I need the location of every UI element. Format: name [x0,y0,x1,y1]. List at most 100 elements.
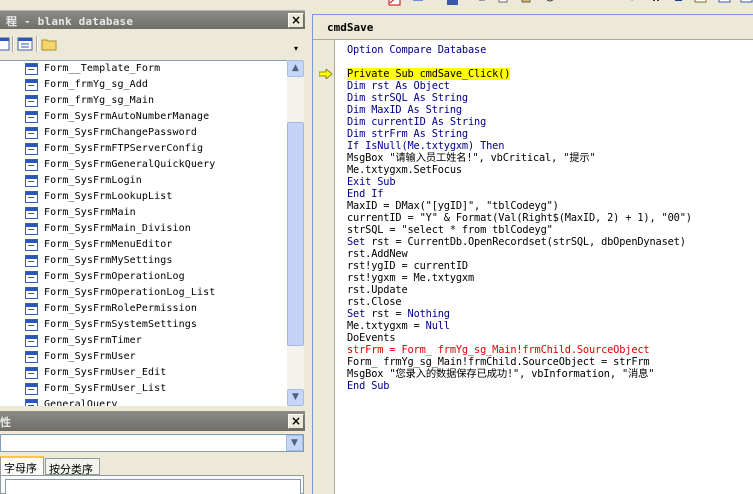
form-icon [25,367,38,379]
code-line: Me.txtygxm.SetFocus [347,164,462,176]
view-code-icon[interactable] [17,37,33,51]
tree-item-label: Form_SysFrmGeneralQuickQuery [44,159,216,170]
code-line: Dim currentID As String [347,116,486,128]
tree-item-label: Form_SysFrmUser_Edit [44,367,167,378]
tree-item-label: Form_SysFrmOperationLog_List [44,287,216,298]
form-icon [25,207,38,219]
toolbar-overflow-icon[interactable]: ▾ [294,44,298,53]
copy-icon[interactable] [497,0,510,6]
current-statement: Private Sub cmdSave_Click() [347,68,511,80]
design-icon[interactable] [388,0,401,6]
code-line: DoEvents [347,332,396,344]
code-token: Me.txtygxm.SetFocus [347,164,462,176]
code-token: Form_ frmYg_sg_Main!frmChild.SourceObjec… [347,356,650,368]
run-icon[interactable] [626,0,639,6]
scrollbar-thumb[interactable] [287,122,304,346]
object-selector[interactable]: ▼ [0,434,304,452]
chevron-down-icon[interactable]: ▼ [286,435,303,451]
margin-indicator-bar[interactable] [313,40,335,494]
toolbar-separator [12,36,14,52]
properties-grid[interactable] [5,479,301,494]
form-icon [25,319,38,331]
code-token: Set [347,236,366,248]
form-icon [25,223,38,235]
properties-close-button[interactable]: × [288,414,304,429]
find-icon[interactable] [544,0,557,6]
code-line: rst.AddNew [347,248,408,260]
tree-item-label: Form_frmYg_sg_Main [44,95,155,106]
properties-icon[interactable] [740,0,753,6]
close-icon: × [290,13,302,27]
form-icon [25,399,38,406]
save-icon[interactable] [446,0,459,6]
form-icon [25,175,38,187]
code-token: Null [425,320,450,332]
form-icon [25,111,38,123]
code-line: Private Sub cmdSave_Click() [347,68,510,80]
scroll-up-button[interactable]: ▲ [287,60,304,77]
tree-item-label: Form_SysFrmChangePassword [44,127,198,138]
redo-icon[interactable] [596,0,609,6]
tree-item-label: Form_frmYg_sg_Add [44,79,149,90]
code-token: End If [347,188,384,200]
code-line: End If [347,188,383,200]
code-line: If IsNull(Me.txtygxm) Then [347,140,504,152]
design-mode-icon[interactable] [694,0,707,6]
tree-item-label: Form_SysFrmLookupList [44,191,173,202]
tree-item-label: Form_SysFrmOperationLog [44,271,185,282]
tree-item-label: Form_SysFrmMenuEditor [44,239,173,250]
project-tree[interactable]: Form__Template_Form Form_frmYg_sg_Add Form… [0,60,287,406]
view-object-icon[interactable] [0,37,10,51]
undo-icon[interactable] [574,0,587,6]
reset-icon[interactable] [672,0,685,6]
properties-title: 性 [0,416,11,429]
toggle-folders-icon[interactable] [41,37,57,51]
properties-body [0,475,304,494]
code-line: Dim strSQL As String [347,92,468,104]
code-line: MsgBox "您录入的数据保存已成功!", vbInformation, "消… [347,368,654,380]
scroll-down-button[interactable]: ▼ [287,389,304,406]
tree-item-label: Form_SysFrmFTPServerConfig [44,143,204,154]
project-explorer-close-button[interactable]: × [288,13,304,28]
code-line: currentID = "Y" & Format(Val(Right$(MaxI… [347,212,692,224]
form-icon [25,335,38,347]
project-explorer-icon[interactable] [718,0,731,6]
code-token: rst = [365,308,408,320]
code-line: rst.Update [347,284,408,296]
code-line: Me.txtygxm = Null [347,320,450,332]
code-line: End Sub [347,380,390,392]
form-icon [25,79,38,91]
tree-item-label: Form__Template_Form [44,63,161,74]
code-token: DoEvents [347,332,396,344]
form-icon [25,95,38,107]
tree-item-label: Form_SysFrmLogin [44,175,142,186]
tab-alphabetic[interactable]: 字母序 [0,456,44,475]
form-icon [25,127,38,139]
procedure-bar[interactable]: cmdSave [313,15,753,39]
form-icon [25,383,38,395]
form-icon [25,287,38,299]
tree-item-label: Form_SysFrmAutoNumberManage [44,111,210,122]
code-line: Dim rst As Object [347,80,450,92]
form-icon [25,255,38,267]
code-token: rst!ygID = currentID [347,260,468,272]
tree-item-label: Form_SysFrmMain_Division [44,223,191,234]
properties-titlebar[interactable]: 性 [0,411,305,431]
tools-icon[interactable] [412,0,425,6]
code-line: Exit Sub [347,176,396,188]
project-explorer-titlebar[interactable]: 程 - blank database [0,10,305,29]
code-token: End Sub [347,380,390,392]
project-tree-scrollbar[interactable]: ▲ ▼ [287,60,304,406]
cut-icon[interactable] [476,0,489,6]
code-token: rst = CurrentDb.OpenRecordset(strSQL, db… [365,236,686,248]
tab-categorized[interactable]: 按分类序 [45,458,100,476]
code-line: Form_ frmYg_sg_Main!frmChild.SourceObjec… [347,356,650,368]
code-editor[interactable]: Option Compare Database Private Sub cmdSa… [313,39,753,494]
paste-icon[interactable] [520,0,533,6]
form-icon [25,303,38,315]
code-line: Dim MaxID As String [347,104,462,116]
break-icon[interactable] [650,0,663,6]
code-line: rst!ygxm = Me.txtygxm [347,272,474,284]
form-icon [25,63,38,75]
toolbar-separator [36,36,38,52]
